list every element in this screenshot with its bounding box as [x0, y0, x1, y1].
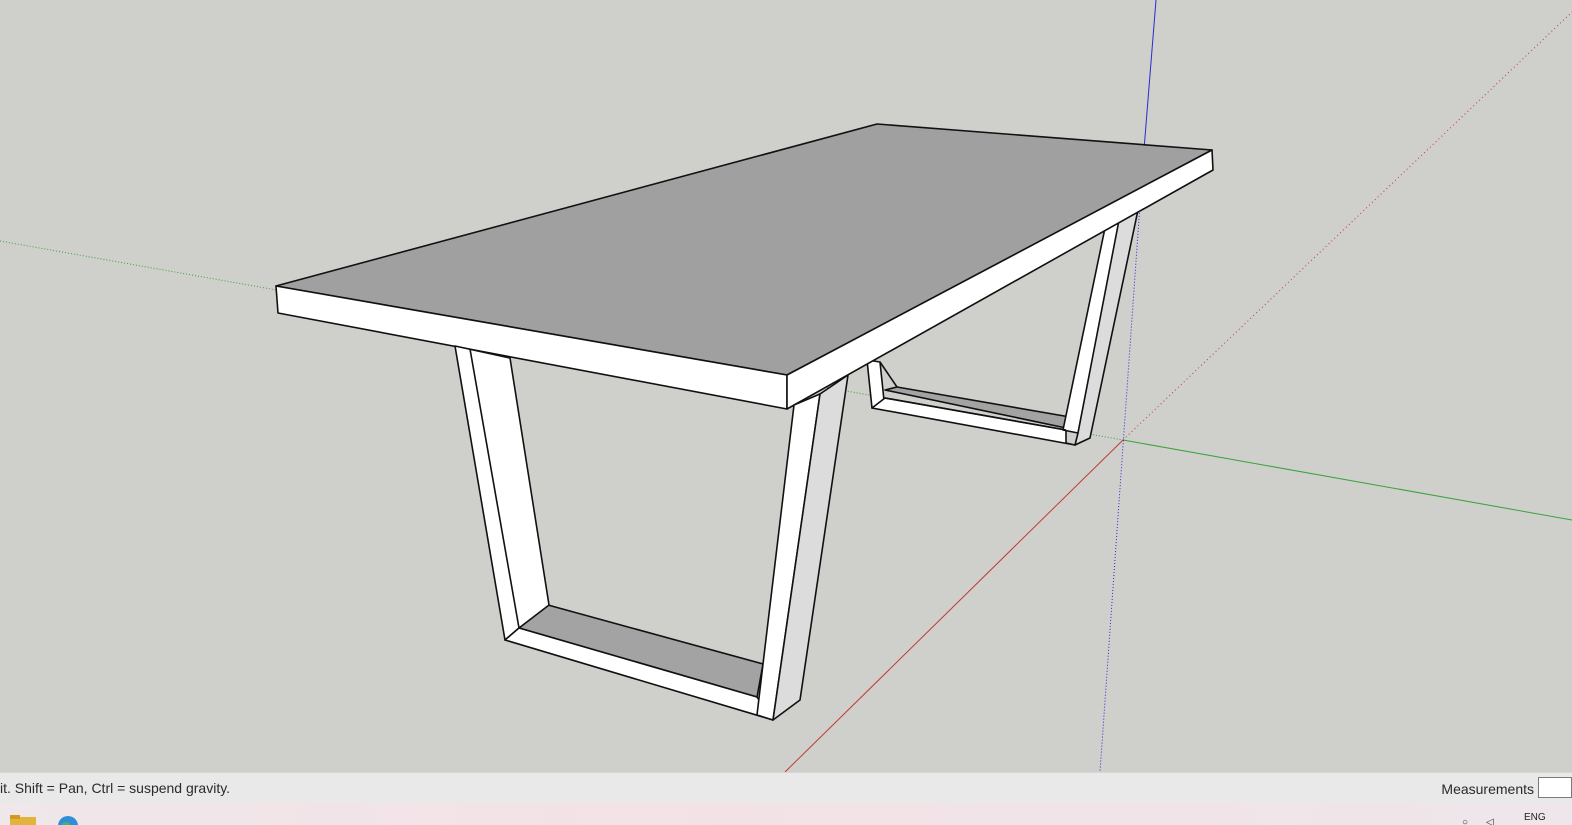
status-bar: it. Shift = Pan, Ctrl = suspend gravity.…: [0, 772, 1572, 803]
green-axis: [1122, 439, 1572, 521]
table-model[interactable]: [275, 123, 1214, 721]
speaker-icon[interactable]: ◁: [1486, 817, 1512, 825]
measurements-label: Measurements: [1441, 781, 1534, 797]
blue-axis: [1142, 0, 1157, 163]
taskbar: ○◁ ENG: [0, 803, 1572, 825]
red-axis-dotted: [1122, 11, 1572, 441]
globe-icon[interactable]: [57, 815, 79, 825]
red-axis: [784, 439, 1124, 772]
status-hint-text: it. Shift = Pan, Ctrl = suspend gravity.: [0, 780, 231, 796]
table-top[interactable]: [275, 123, 1214, 410]
search-icon[interactable]: ○: [1462, 817, 1486, 825]
model-canvas[interactable]: [0, 0, 1572, 772]
system-tray-icons[interactable]: ○◁: [1462, 817, 1512, 825]
3d-viewport[interactable]: [0, 0, 1572, 772]
measurements-input[interactable]: [1538, 777, 1572, 798]
front-leg-left-post: [454, 345, 550, 641]
language-indicator[interactable]: ENG: [1524, 812, 1546, 823]
folder-icon[interactable]: [10, 815, 36, 825]
